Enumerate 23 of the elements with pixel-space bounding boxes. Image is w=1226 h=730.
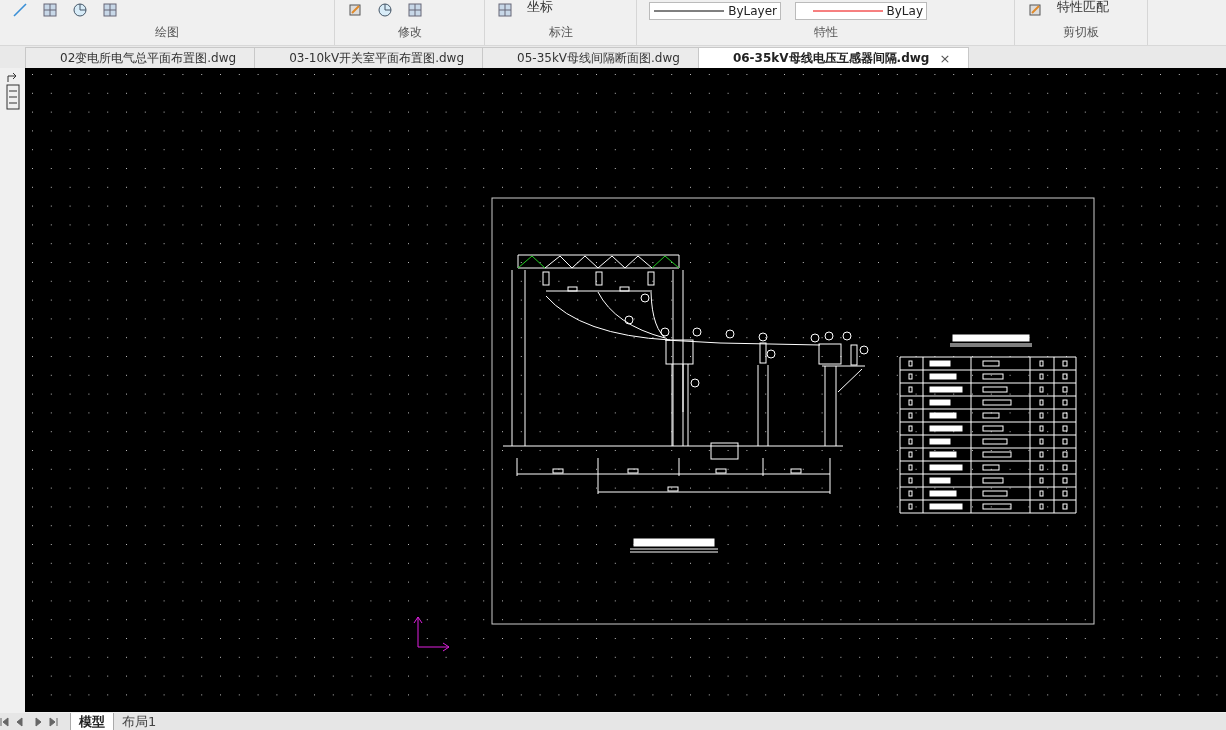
layout-navigation-icon[interactable] [0,717,58,727]
ribbon-group-label: 剪切板 [1062,24,1100,40]
layout-tab[interactable]: 模型 [70,713,113,730]
ribbon-group-label: 绘图 [154,24,180,40]
file-tab[interactable]: 05-35kV母线间隔断面图.dwg [482,47,699,68]
file-tab[interactable]: 02变电所电气总平面布置图.dwg [25,47,256,68]
ribbon-group-label: 标注 [547,24,574,40]
ucs-axis-icon [413,616,450,652]
linetype-dropdown[interactable]: ByLayer [649,2,781,20]
match-properties-button[interactable]: 特性匹配 [1057,0,1109,15]
ribbon-group-label: 修改 [396,24,423,40]
panel-toggle-icon[interactable] [4,72,21,112]
linetype-preview-icon [654,10,725,12]
edit-icon[interactable] [347,2,363,18]
grid-icon[interactable] [102,2,118,18]
ribbon-group-label: 特性 [812,24,839,40]
file-tab[interactable]: 06-35kV母线电压互感器间隔.dwg × [697,47,970,68]
color-dropdown[interactable]: ByLay [795,2,927,20]
close-tab-button[interactable]: × [939,50,951,66]
line-icon[interactable] [12,2,28,18]
pie-icon[interactable] [72,2,88,18]
file-tab[interactable]: 03-10kV开关室平面布置图.dwg [254,47,484,68]
coordinate-button[interactable]: 坐标 [527,0,553,15]
